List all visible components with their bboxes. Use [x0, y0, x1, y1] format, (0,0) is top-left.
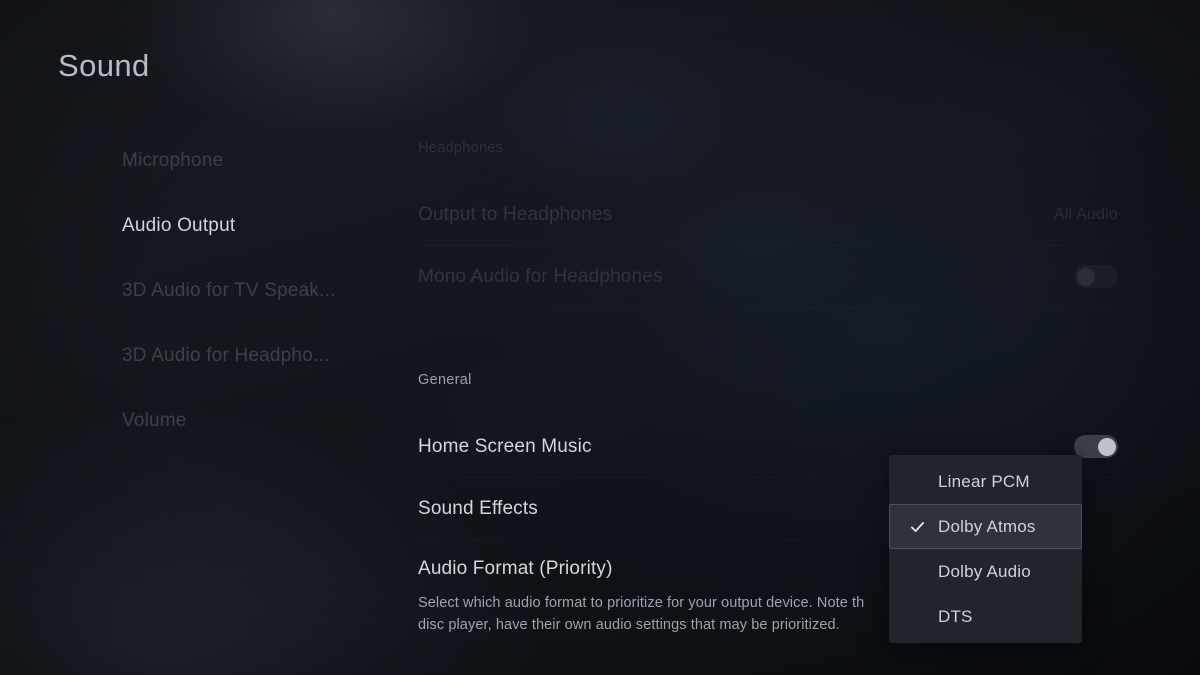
- row-label: Sound Effects: [418, 497, 538, 519]
- sidebar-item-label: Microphone: [122, 149, 224, 171]
- dropdown-option-label: Linear PCM: [938, 471, 1030, 491]
- sidebar-item-label: Volume: [122, 409, 187, 431]
- dropdown-option-label: Dolby Atmos: [938, 516, 1036, 536]
- description-line-2: disc player, have their own audio settin…: [418, 617, 840, 633]
- row-value-output-to-headphones: All Audio: [1053, 205, 1118, 223]
- row-label: Output to Headphones: [418, 203, 613, 225]
- section-heading-headphones: Headphones: [418, 140, 504, 156]
- ps5-sound-settings-screen: Sound Microphone Audio Output 3D Audio f…: [0, 0, 1200, 675]
- description-line-1: Select which audio format to prioritize …: [418, 595, 865, 611]
- check-icon: [910, 519, 925, 534]
- row-mono-audio-for-headphones[interactable]: Mono Audio for Headphones: [418, 246, 1118, 308]
- sidebar-item-label: Audio Output: [122, 214, 236, 236]
- page-title: Sound: [58, 48, 150, 83]
- dropdown-option-linear-pcm[interactable]: Linear PCM: [889, 459, 1082, 504]
- toggle-knob: [1076, 267, 1095, 286]
- sidebar-item-microphone[interactable]: Microphone: [122, 128, 390, 193]
- mono-audio-toggle[interactable]: [1074, 265, 1118, 288]
- dropdown-option-dts[interactable]: DTS: [889, 594, 1082, 639]
- dropdown-option-dolby-audio[interactable]: Dolby Audio: [889, 549, 1082, 594]
- sidebar-item-3d-audio-tv-speakers[interactable]: 3D Audio for TV Speak...: [122, 258, 390, 323]
- section-heading-general: General: [418, 372, 472, 388]
- sidebar-item-label: 3D Audio for TV Speak...: [122, 279, 336, 301]
- dropdown-option-label: Dolby Audio: [938, 561, 1031, 581]
- toggle-knob: [1097, 437, 1116, 456]
- sidebar-item-volume[interactable]: Volume: [122, 388, 390, 453]
- dropdown-option-dolby-atmos[interactable]: Dolby Atmos: [889, 504, 1082, 549]
- sidebar-item-3d-audio-headphones[interactable]: 3D Audio for Headpho...: [122, 323, 390, 388]
- sidebar-item-label: 3D Audio for Headpho...: [122, 344, 330, 366]
- row-output-to-headphones[interactable]: Output to Headphones All Audio: [418, 184, 1118, 246]
- dropdown-option-label: DTS: [938, 606, 973, 626]
- row-label: Home Screen Music: [418, 435, 592, 457]
- audio-format-dropdown[interactable]: Linear PCM Dolby Atmos Dolby Audio DTS: [889, 455, 1082, 643]
- row-label: Mono Audio for Headphones: [418, 265, 663, 287]
- sidebar-item-audio-output[interactable]: Audio Output: [122, 193, 390, 258]
- settings-sidebar: Microphone Audio Output 3D Audio for TV …: [122, 128, 390, 453]
